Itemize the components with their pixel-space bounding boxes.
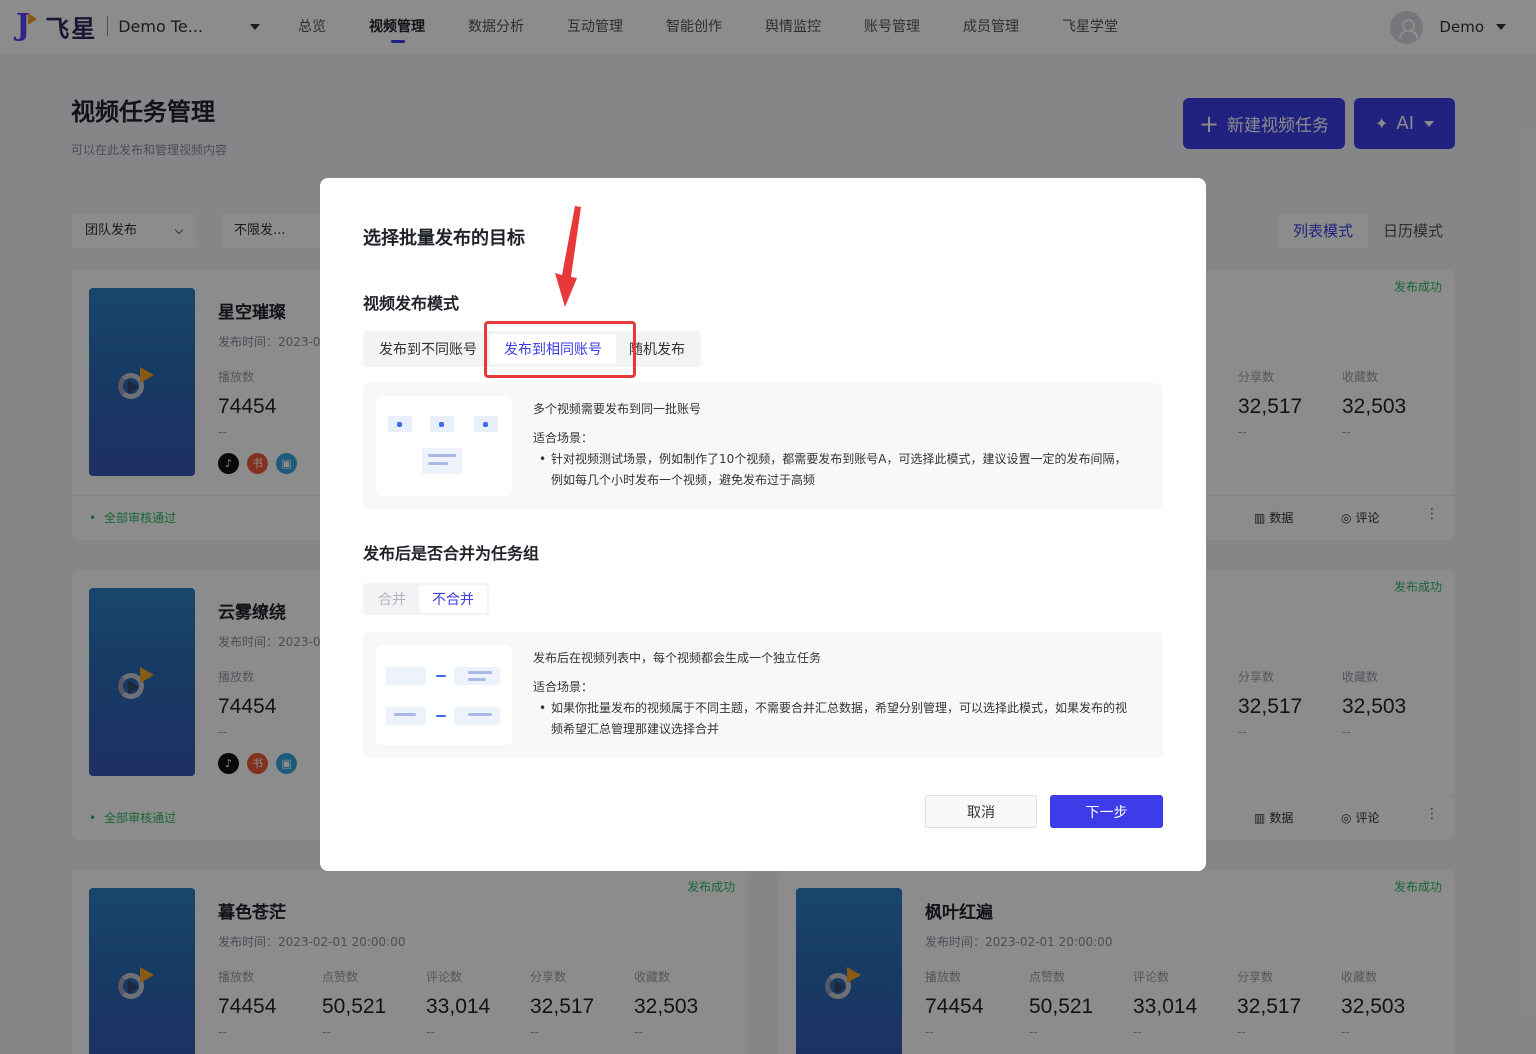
highlight-box <box>484 321 636 378</box>
merge-description-headline: 发布后在视频列表中，每个视频都会生成一个独立任务 <box>533 651 822 665</box>
batch-publish-modal: 选择批量发布的目标 视频发布模式 发布到不同账号 发布到相同账号 随机发布 多个… <box>320 178 1206 871</box>
no-merge-option[interactable]: 不合并 <box>419 585 487 613</box>
modal-title: 选择批量发布的目标 <box>363 228 525 249</box>
merge-selector: 合并 不合并 <box>363 583 489 615</box>
red-arrow-icon <box>555 206 581 307</box>
mode-scene-bullet: 针对视频测试场景，例如制作了10个视频，都需要发布到账号A，可选择此模式，建议设… <box>539 449 1129 491</box>
merge-scene-label: 适合场景： <box>533 680 594 694</box>
publish-mode-description: 多个视频需要发布到同一批账号 适合场景： 针对视频测试场景，例如制作了10个视频… <box>363 383 1163 509</box>
next-step-button[interactable]: 下一步 <box>1050 795 1163 828</box>
mode-description-headline: 多个视频需要发布到同一批账号 <box>533 402 702 416</box>
no-merge-illustration <box>376 645 512 745</box>
same-accounts-illustration <box>376 396 512 496</box>
merge-task-group-title: 发布后是否合并为任务组 <box>363 544 540 563</box>
cancel-button[interactable]: 取消 <box>925 795 1037 828</box>
publish-mode-title: 视频发布模式 <box>363 294 460 313</box>
mode-scene-label: 适合场景： <box>533 431 594 445</box>
merge-description: 发布后在视频列表中，每个视频都会生成一个独立任务 适合场景： 如果你批量发布的视… <box>363 632 1163 758</box>
merge-scene-bullet: 如果你批量发布的视频属于不同主题，不需要合并汇总数据，希望分别管理，可以选择此模… <box>539 698 1129 740</box>
mode-different-accounts[interactable]: 发布到不同账号 <box>366 334 490 364</box>
merge-option[interactable]: 合并 <box>365 585 419 613</box>
